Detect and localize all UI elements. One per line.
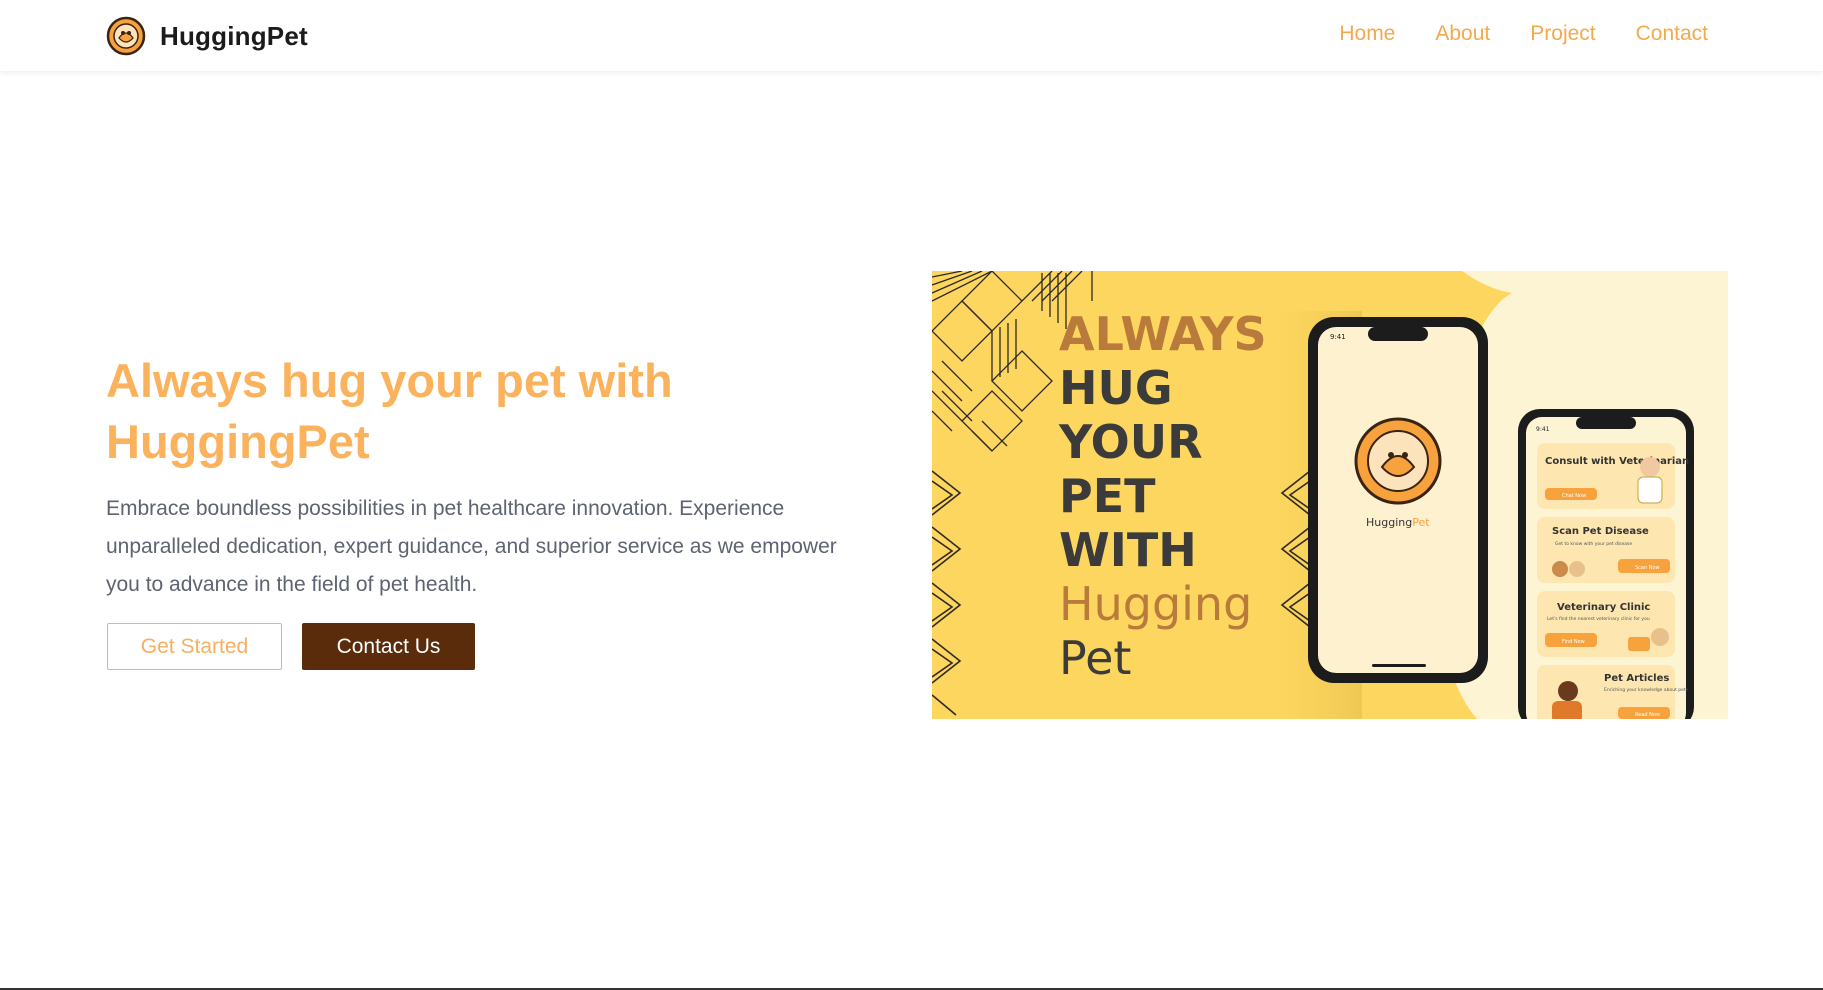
nav-link-project[interactable]: Project xyxy=(1530,22,1595,46)
contact-us-button[interactable]: Contact Us xyxy=(302,623,475,670)
paw-heart-logo-icon xyxy=(106,16,146,56)
banner-headline-line-2: HUG xyxy=(1059,361,1173,415)
banner-illustration: ALWAYS HUG YOUR PET WITH Hugging Pet 9:4… xyxy=(932,271,1728,719)
banner-headline-line-3: YOUR xyxy=(1058,415,1203,469)
svg-text:Scan Now: Scan Now xyxy=(1635,565,1660,571)
phone-mockup-small: 9:41 Consult with Veterinarian Chat Now … xyxy=(1518,409,1694,719)
phone-status-time-2: 9:41 xyxy=(1536,426,1550,433)
svg-text:Veterinary Clinic: Veterinary Clinic xyxy=(1557,602,1650,613)
phone-mockup-large: 9:41 HuggingPet xyxy=(1308,317,1488,683)
hero-banner-image: ALWAYS HUG YOUR PET WITH Hugging Pet 9:4… xyxy=(932,271,1728,719)
main-nav: Home About Project Contact xyxy=(1339,22,1708,46)
svg-text:Enriching your knowledge about: Enriching your knowledge about pets xyxy=(1604,687,1689,693)
svg-text:Scan Pet Disease: Scan Pet Disease xyxy=(1552,526,1649,537)
brand-link[interactable]: HuggingPet xyxy=(106,16,308,56)
nav-link-home[interactable]: Home xyxy=(1339,22,1395,46)
nav-link-contact[interactable]: Contact xyxy=(1636,22,1708,46)
svg-text:Chat Now: Chat Now xyxy=(1562,493,1586,499)
nav-link-about[interactable]: About xyxy=(1435,22,1490,46)
svg-text:Let's find the nearest veterin: Let's find the nearest veterinary clinic… xyxy=(1547,616,1650,622)
banner-headline-line-5: WITH xyxy=(1059,523,1197,577)
get-started-button[interactable]: Get Started xyxy=(107,623,282,670)
banner-headline-line-4: PET xyxy=(1059,469,1156,523)
svg-text:Pet Articles: Pet Articles xyxy=(1604,673,1669,684)
app-card-clinic xyxy=(1537,591,1675,657)
svg-text:Get to know with your pet dise: Get to know with your pet disease xyxy=(1555,541,1632,547)
phone-app-name: HuggingPet xyxy=(1366,516,1430,529)
brand-name: HuggingPet xyxy=(160,20,308,51)
banner-headline-line-1: ALWAYS xyxy=(1059,307,1267,361)
svg-text:Consult with Veterinarian: Consult with Veterinarian xyxy=(1545,456,1689,467)
svg-text:Read Now: Read Now xyxy=(1635,712,1660,718)
svg-text:Find Now: Find Now xyxy=(1562,639,1585,645)
hero-title: Always hug your pet with HuggingPet xyxy=(106,354,673,468)
banner-headline-brand-1: Hugging xyxy=(1059,577,1252,631)
phone-status-time: 9:41 xyxy=(1330,333,1346,341)
navbar: HuggingPet Home About Project Contact xyxy=(0,0,1823,71)
banner-headline-brand-2: Pet xyxy=(1059,631,1131,685)
hero-description: Embrace boundless possibilities in pet h… xyxy=(106,497,837,596)
